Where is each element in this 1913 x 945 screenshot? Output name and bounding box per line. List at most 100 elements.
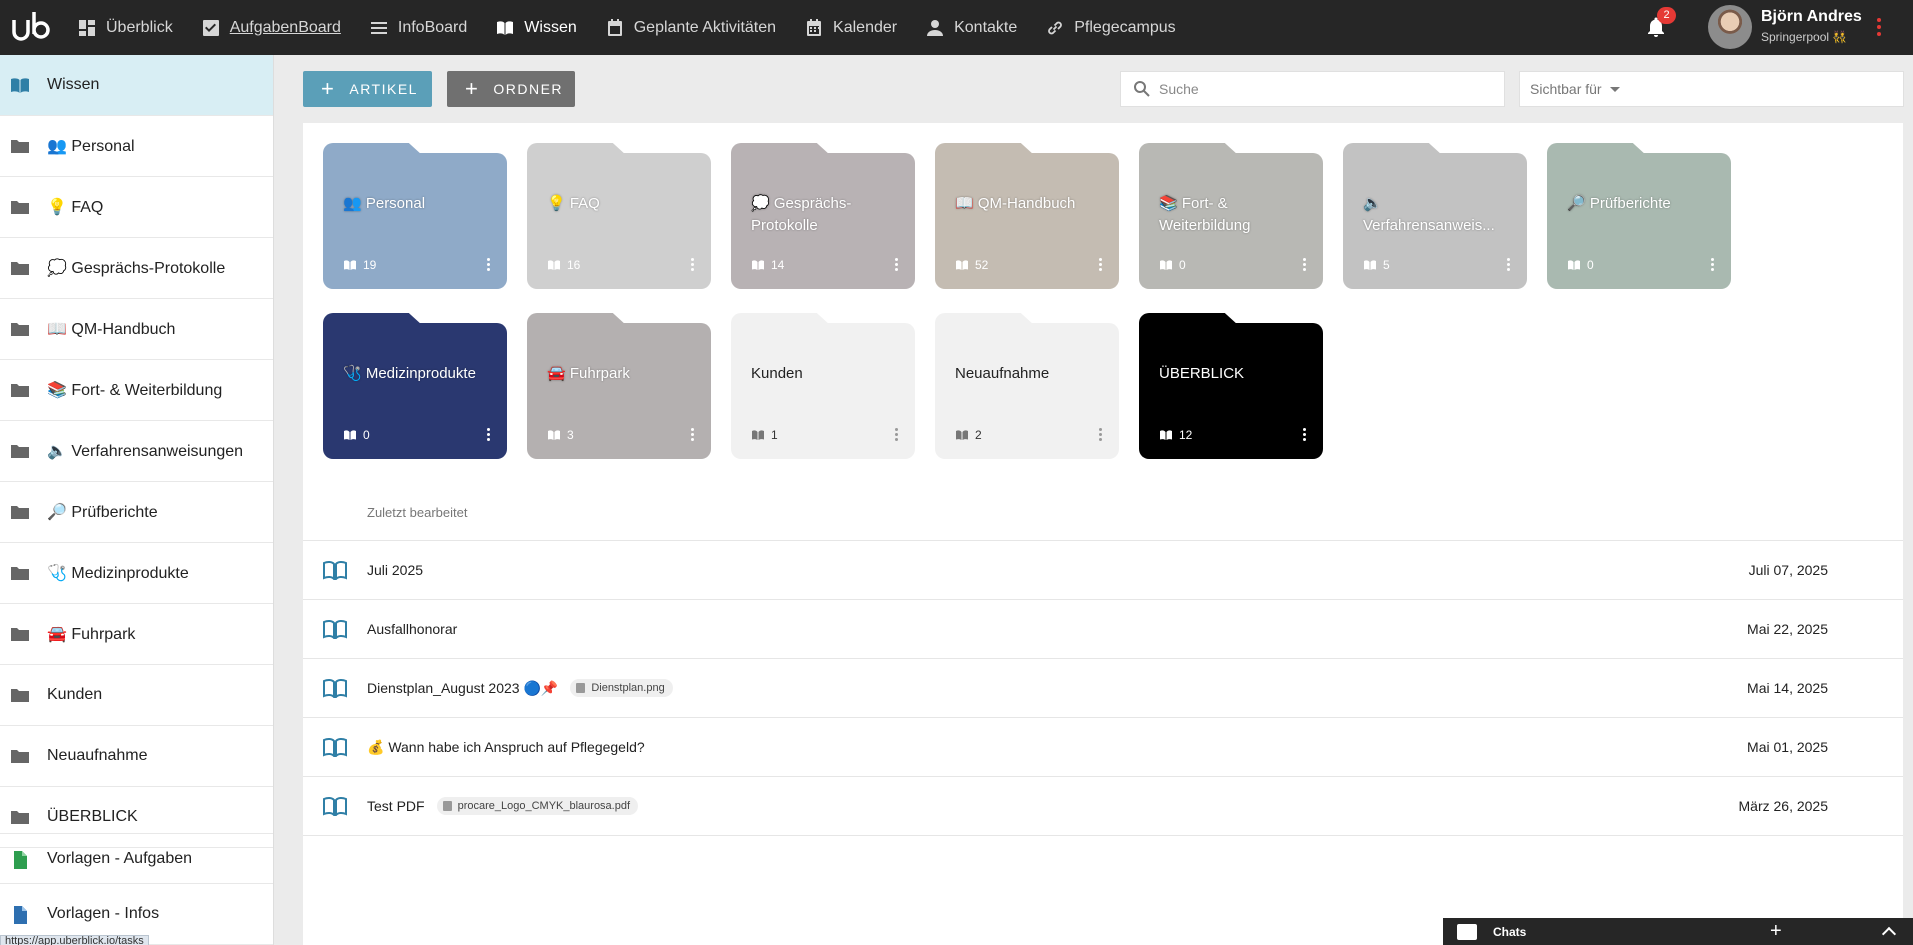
folder-tile[interactable]: 📖 QM-Handbuch 52 (935, 143, 1119, 289)
folder-tile[interactable]: 🚘 Fuhrpark 3 (527, 313, 711, 459)
folder-menu-icon[interactable] (893, 257, 899, 273)
sidebar-item-label: ÜBERBLICK (47, 808, 138, 825)
uberblick-logo[interactable] (10, 10, 52, 44)
nav-wissen[interactable]: Wissen (496, 19, 577, 37)
recent-row[interactable]: Juli 2025 Juli 07, 2025 (303, 540, 1903, 599)
nav-aufgabenboard[interactable]: AufgabenBoard (202, 19, 341, 37)
folder-menu-icon[interactable] (1097, 257, 1103, 273)
sidebar-item-5[interactable]: 📚 Fort- & Weiterbildung (0, 360, 273, 421)
folder-menu-icon[interactable] (485, 427, 491, 443)
folder-tile[interactable]: 💡 FAQ 16 (527, 143, 711, 289)
link-icon (1048, 21, 1063, 34)
book-icon (1160, 260, 1172, 270)
folder-count: 19 (343, 258, 376, 272)
folder-tile[interactable]: 🔈 Verfahrensanweis... 5 (1343, 143, 1527, 289)
sidebar-item-1[interactable]: 👥 Personal (0, 116, 273, 177)
recent-row-date: Juli 07, 2025 (1748, 562, 1828, 578)
nav-ueberblick[interactable]: Überblick (78, 19, 173, 37)
visibility-select[interactable]: Sichtbar für (1519, 71, 1904, 107)
folder-menu-icon[interactable] (1505, 257, 1511, 273)
sidebar-item-3[interactable]: 💭 Gesprächs-Protokolle (0, 238, 273, 299)
folder-icon (10, 808, 30, 826)
attachment-chip[interactable]: procare_Logo_CMYK_blaurosa.pdf (436, 797, 639, 815)
user-name[interactable]: Björn Andres (1761, 8, 1862, 26)
recent-row-date: März 26, 2025 (1738, 798, 1829, 814)
add-folder-button[interactable]: + ORDNER (447, 71, 575, 107)
folder-icon (10, 747, 30, 765)
search-input[interactable] (1159, 81, 1479, 97)
attachment-chip[interactable]: Dienstplan.png (570, 679, 673, 697)
sidebar-item-7[interactable]: 🔎 Prüfberichte (0, 482, 273, 543)
recent-row-title-text: Juli 2025 (367, 562, 424, 578)
nav-geplante-aktivitaeten[interactable]: Geplante Aktivitäten (606, 18, 776, 37)
recent-row[interactable]: Ausfallhonorar Mai 22, 2025 (303, 599, 1903, 658)
recent-row-title: Juli 2025 (367, 562, 423, 578)
search-box (1120, 71, 1505, 107)
sidebar-item-9[interactable]: 🚘 Fuhrpark (0, 604, 273, 665)
folder-tile[interactable]: ÜBERBLICK 12 (1139, 313, 1323, 459)
nav-kalender[interactable]: Kalender (805, 18, 897, 37)
book-icon (1568, 260, 1580, 270)
folder-title: Kunden (751, 365, 803, 382)
folder-title: 📚 Fort- & Weiterbildung (1159, 195, 1251, 234)
folder-count-value: 14 (771, 258, 785, 272)
sidebar-item-label: Neuaufnahme (47, 747, 148, 764)
sidebar-item-label: Wissen (47, 76, 100, 93)
folder-count: 1 (751, 428, 778, 442)
folder-count: 14 (751, 258, 784, 272)
folder-tile[interactable]: Kunden 1 (731, 313, 915, 459)
folder-menu-icon[interactable] (1301, 427, 1307, 443)
sidebar-item-label: Kunden (47, 686, 103, 703)
file-icon (442, 801, 452, 811)
folder-menu-icon[interactable] (1097, 427, 1103, 443)
folder-tile[interactable]: 🩺 Medizinprodukte 0 (323, 313, 507, 459)
nav-kontakte[interactable]: Kontakte (926, 19, 1017, 37)
folder-tile[interactable]: 👥 Personal 19 (323, 143, 507, 289)
sidebar-item-4[interactable]: 📖 QM-Handbuch (0, 299, 273, 360)
search-icon (1134, 81, 1150, 97)
folder-tile[interactable]: 💭 Gesprächs-Protokolle 14 (731, 143, 915, 289)
document-icon (10, 850, 30, 869)
recent-row[interactable]: 💰 Wann habe ich Anspruch auf Pflegegeld?… (303, 717, 1903, 776)
folder-count-value: 12 (1179, 428, 1193, 442)
sidebar-item-vorlagen-aufgaben[interactable]: Vorlagen - Aufgaben (0, 833, 273, 884)
file-icon (576, 683, 586, 693)
recent-row[interactable]: Dienstplan_August 2023 🔵📌 Dienstplan.png M… (303, 658, 1903, 717)
folder-menu-icon[interactable] (689, 427, 695, 443)
folder-tile[interactable]: 🔎 Prüfberichte 0 (1547, 143, 1731, 289)
folder-count-value: 1 (771, 428, 778, 442)
book-icon (323, 678, 347, 698)
sidebar-item-label: 📚 Fort- & Weiterbildung (47, 382, 223, 399)
nav-infoboard[interactable]: InfoBoard (370, 19, 467, 37)
folder-title: 🩺 Medizinprodukte (343, 365, 476, 382)
checkbox-icon (202, 19, 219, 36)
chats-bar[interactable]: Chats + (1443, 918, 1913, 945)
more-menu-icon[interactable] (1872, 16, 1886, 40)
dashboard-icon (79, 19, 95, 36)
folder-title: Neuaufnahme (955, 365, 1050, 382)
sidebar-item-0[interactable]: Wissen (0, 55, 273, 116)
folder-tile[interactable]: 📚 Fort- & Weiterbildung 0 (1139, 143, 1323, 289)
folder-menu-icon[interactable] (1709, 257, 1715, 273)
book-icon (323, 737, 347, 757)
folder-count-value: 0 (1179, 258, 1186, 272)
folder-menu-icon[interactable] (689, 257, 695, 273)
new-chat-icon[interactable]: + (1770, 920, 1782, 943)
nav-pflegecampus[interactable]: Pflegecampus (1046, 19, 1176, 37)
sidebar-item-11[interactable]: Neuaufnahme (0, 726, 273, 787)
recent-row[interactable]: Test PDF procare_Logo_CMYK_blaurosa.pdf Mä… (303, 776, 1903, 835)
add-article-button[interactable]: + ARTIKEL (303, 71, 432, 107)
chevron-up-icon[interactable] (1881, 926, 1897, 942)
folder-menu-icon[interactable] (485, 257, 491, 273)
sidebar-item-2[interactable]: 💡 FAQ (0, 177, 273, 238)
folder-menu-icon[interactable] (893, 427, 899, 443)
folder-tile[interactable]: Neuaufnahme 2 (935, 313, 1119, 459)
sidebar-item-10[interactable]: Kunden (0, 665, 273, 726)
avatar[interactable] (1708, 5, 1752, 49)
attachment-name: procare_Logo_CMYK_blaurosa.pdf (457, 800, 631, 812)
folder-title: 📖 QM-Handbuch (955, 195, 1076, 212)
folder-title: 👥 Personal (343, 195, 426, 212)
sidebar-item-8[interactable]: 🩺 Medizinprodukte (0, 543, 273, 604)
sidebar-item-6[interactable]: 🔈 Verfahrensanweisungen (0, 421, 273, 482)
folder-menu-icon[interactable] (1301, 257, 1307, 273)
